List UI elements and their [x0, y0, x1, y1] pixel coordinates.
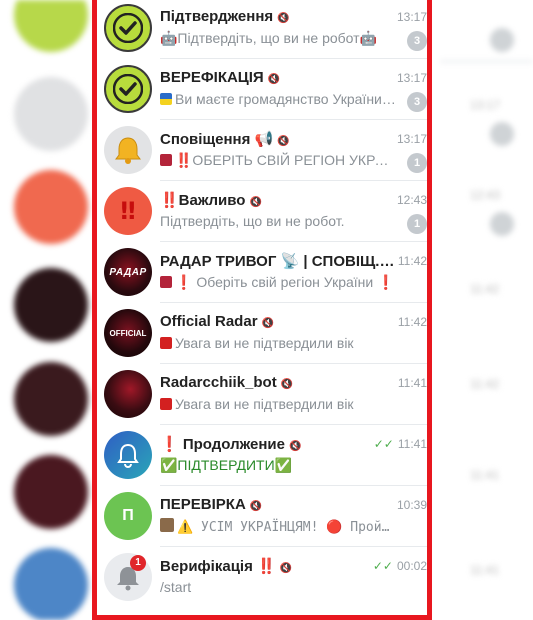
blurred-badge [490, 122, 514, 146]
blurred-badge [490, 28, 514, 52]
chat-title: ‼️Важливо [160, 192, 246, 209]
chat-time: 13:17 [396, 132, 427, 146]
radar-avatar-icon [104, 370, 152, 418]
chat-time: 13:17 [396, 71, 427, 85]
unread-badge: 3 [407, 92, 427, 112]
muted-icon: 🔇 [277, 136, 290, 147]
thumbnail-icon [160, 154, 172, 166]
bell-avatar-icon: 1 [104, 553, 152, 601]
chat-preview: ✅ПІДТВЕРДИТИ✅ [160, 457, 293, 473]
chat-title: Верифікація ‼️ [160, 558, 276, 575]
blurred-time: 13:17 [470, 98, 501, 112]
chat-row[interactable]: Radarcchiik_bot 🔇 11:41 Увага ви не підтв… [97, 364, 427, 425]
muted-icon: 🔇 [280, 379, 294, 390]
letter-avatar: П [104, 492, 152, 540]
chat-row[interactable]: ‼ ‼️Важливо 🔇 12:43 Підтвердіть, що ви не… [97, 181, 427, 242]
muted-icon: 🔇 [289, 441, 302, 452]
chat-preview: ⚠️ УСІМ УКРАЇНЦЯМ! 🔴 Пройдіть... [177, 520, 396, 535]
thumbnail-icon [160, 276, 172, 288]
thumbnail-icon [160, 337, 172, 349]
blurred-avatar [14, 268, 88, 342]
chat-title: ВЕРЕФІКАЦІЯ [160, 69, 264, 86]
chat-row[interactable]: Сповіщення 📢 🔇 13:17 ‼️ОБЕРІТЬ СВІЙ РЕГІО… [97, 120, 427, 181]
chat-row[interactable]: Підтвердження 🔇 13:17 🤖Підтвердіть, що ви… [97, 0, 427, 59]
blurred-badge [490, 212, 514, 236]
blurred-avatar [14, 455, 88, 529]
chat-row[interactable]: П ПЕРЕВІРКА 🔇 10:39 ⚠️ УСІМ УКРАЇНЦЯМ! 🔴 … [97, 486, 427, 547]
chat-title: Radarcchiik_bot [160, 374, 277, 391]
chat-preview: ❗ Оберіть свій регіон України ❗ [175, 274, 395, 290]
muted-icon: 🔇 [261, 318, 274, 329]
chat-preview: /start [160, 579, 192, 595]
blurred-background-left [0, 0, 92, 620]
chat-preview: 🤖Підтвердіть, що ви не робот🤖 [160, 30, 377, 46]
blurred-time: 11:41 [470, 563, 500, 577]
avatar-label: РАДАР [109, 266, 147, 278]
chat-time: 12:43 [396, 193, 427, 207]
chat-title: Official Radar [160, 313, 258, 330]
read-checkmarks-icon: ✓✓ [373, 437, 394, 451]
chat-row[interactable]: ВЕРЕФІКАЦІЯ 🔇 13:17 Ви маєте громадянство… [97, 59, 427, 120]
muted-icon: 🔇 [279, 563, 293, 574]
blurred-avatar [14, 170, 88, 244]
chat-preview: Підтвердіть, що ви не робот. [160, 213, 345, 229]
chat-row[interactable]: OFFICIAL Official Radar 🔇 11:42 Увага ви … [97, 303, 427, 364]
chat-row[interactable]: ❗ Продолжение 🔇 ✓✓ 11:41 ✅ПІДТВЕРДИТИ✅ [97, 425, 427, 486]
thumbnail-icon [160, 518, 174, 532]
muted-icon: 🔇 [249, 197, 262, 208]
chat-title: Підтвердження [160, 8, 274, 25]
chat-preview: Увага ви не підтвердили вік [175, 396, 354, 412]
chat-time: 11:42 [397, 254, 427, 268]
chat-preview: ‼️ОБЕРІТЬ СВІЙ РЕГІОН УКРАЇН... [175, 152, 396, 168]
checkmark-avatar-icon [104, 4, 152, 52]
muted-icon: 🔇 [249, 501, 263, 512]
blurred-avatar [14, 548, 88, 620]
chat-row[interactable]: 1 Верифікація ‼️ 🔇 ✓✓ 00:02 /start [97, 547, 427, 608]
blurred-background-right: 13:17 12:43 11:42 11:42 11:41 11:41 [440, 0, 533, 620]
chat-row[interactable]: РАДАР РАДАР ТРИВОГ 📡 | СПОВІЩ...🔇 11:42 … [97, 242, 427, 303]
bell-avatar-icon [104, 126, 152, 174]
chat-time: 11:41 [397, 376, 427, 390]
muted-icon: 🔇 [277, 13, 290, 24]
chat-preview: Ви маєте громадянство України⁉️ [175, 91, 396, 107]
unread-badge: 1 [407, 214, 427, 234]
chat-time: 00:02 [396, 559, 427, 573]
blurred-time: 11:42 [470, 377, 500, 391]
radar-avatar-icon: OFFICIAL [104, 309, 152, 357]
chat-time: 10:39 [396, 498, 427, 512]
chat-time: 11:42 [397, 315, 427, 329]
notification-count-badge: 1 [130, 555, 146, 571]
radar-avatar-icon: РАДАР [104, 248, 152, 296]
chat-preview: Увага ви не підтвердили вік [175, 335, 354, 351]
blurred-time: 11:42 [470, 282, 500, 296]
blurred-divider [440, 60, 533, 63]
avatar-label: OFFICIAL [109, 328, 147, 338]
exclamation-avatar-icon: ‼ [104, 187, 152, 235]
blurred-time: 11:41 [470, 468, 500, 482]
chat-time: 11:41 [397, 437, 427, 451]
blurred-avatar [14, 0, 88, 52]
muted-icon: 🔇 [267, 74, 281, 85]
chat-title: ПЕРЕВІРКА [160, 496, 246, 513]
avatar-letter: П [122, 507, 134, 524]
unread-badge: 3 [407, 31, 427, 51]
thumbnail-icon [160, 398, 172, 410]
read-checkmarks-icon: ✓✓ [372, 559, 393, 573]
chat-list: Підтвердження 🔇 13:17 🤖Підтвердіть, що ви… [92, 0, 432, 620]
blurred-time: 12:43 [470, 188, 501, 202]
bell-outline-avatar-icon [104, 431, 152, 479]
blurred-avatar [14, 362, 88, 436]
chat-title: Сповіщення 📢 [160, 131, 274, 148]
chat-title: РАДАР ТРИВОГ 📡 | СПОВІЩ... [160, 253, 388, 270]
thumbnail-icon [160, 93, 172, 105]
checkmark-avatar-icon [104, 65, 152, 113]
chat-title: ❗ Продолжение [160, 436, 285, 453]
unread-badge: 1 [407, 153, 427, 173]
chat-time: 13:17 [396, 10, 427, 24]
blurred-avatar [14, 77, 88, 151]
